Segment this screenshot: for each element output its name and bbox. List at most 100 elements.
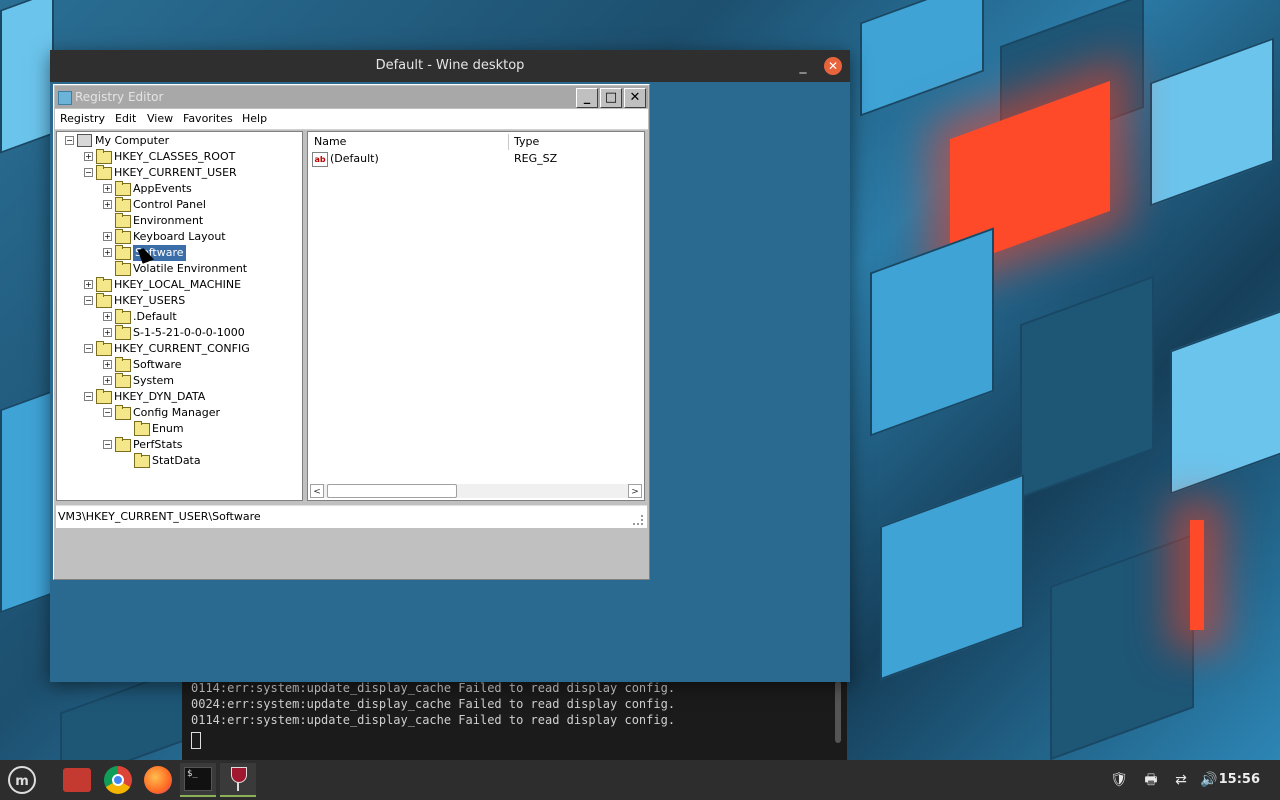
resize-grip[interactable]	[633, 515, 643, 525]
start-menu-button[interactable]: m	[4, 763, 40, 797]
tree-node[interactable]: + Control Panel	[57, 197, 300, 213]
tree-node[interactable]: + S-1-5-21-0-0-0-1000	[57, 325, 300, 341]
menu-help[interactable]: Help	[242, 109, 267, 129]
folder-icon	[115, 229, 131, 244]
firefox-icon	[144, 766, 172, 794]
scroll-left-button[interactable]: <	[310, 484, 324, 498]
column-header-name[interactable]: Name	[314, 132, 347, 152]
horizontal-scrollbar[interactable]: < >	[310, 484, 642, 498]
wine-minimize-button[interactable]: _	[794, 57, 812, 75]
tree-node[interactable]: + AppEvents	[57, 181, 300, 197]
tree-node[interactable]: + HKEY_CLASSES_ROOT	[57, 149, 300, 165]
menu-favorites[interactable]: Favorites	[183, 109, 233, 129]
wallpaper-shape	[1020, 275, 1154, 499]
tree-node[interactable]: Environment	[57, 213, 300, 229]
tree-node[interactable]: + Software	[57, 357, 300, 373]
wallpaper-shape	[1050, 533, 1194, 760]
folder-icon	[96, 293, 112, 308]
shield-icon[interactable]: 🛡	[1106, 760, 1132, 800]
expand-icon[interactable]: +	[103, 248, 112, 257]
printer-icon[interactable]: 🖶	[1138, 760, 1164, 800]
expand-icon[interactable]: +	[84, 152, 93, 161]
tree-node[interactable]: + HKEY_LOCAL_MACHINE	[57, 277, 300, 293]
expand-icon[interactable]: +	[103, 200, 112, 209]
registry-values-list[interactable]: Name Type ab (Default) REG_SZ < >	[307, 131, 645, 501]
tree-node[interactable]: + Keyboard Layout	[57, 229, 300, 245]
tree-node[interactable]: StatData	[57, 453, 300, 469]
menu-registry[interactable]: Registry	[60, 109, 105, 129]
tree-node-label: S-1-5-21-0-0-0-1000	[133, 326, 245, 339]
expand-icon[interactable]: +	[103, 328, 112, 337]
column-divider[interactable]	[508, 134, 509, 150]
wine-titlebar[interactable]: Default - Wine desktop _ ✕	[50, 50, 850, 82]
clock[interactable]: 15:56	[1219, 760, 1260, 800]
registry-icon	[58, 91, 72, 105]
registry-editor-window[interactable]: Registry Editor _ □ ✕ Registry Edit View…	[53, 84, 650, 580]
computer-icon	[77, 134, 92, 147]
tree-node[interactable]: − HKEY_DYN_DATA	[57, 389, 300, 405]
tree-node-label: PerfStats	[133, 438, 183, 451]
collapse-icon[interactable]: −	[84, 168, 93, 177]
status-path: VM3\HKEY_CURRENT_USER\Software	[58, 510, 261, 523]
wallpaper-shape	[0, 0, 54, 154]
tree-node[interactable]: − Config Manager	[57, 405, 300, 421]
collapse-icon[interactable]: −	[84, 392, 93, 401]
menu-view[interactable]: View	[147, 109, 173, 129]
tree-node[interactable]: − PerfStats	[57, 437, 300, 453]
taskbar: m $_ 🛡 🖶 ⇄ 🔊 15:56	[0, 760, 1280, 800]
expand-icon[interactable]: +	[103, 360, 112, 369]
regedit-close-button[interactable]: ✕	[624, 88, 646, 108]
tree-node[interactable]: + Software	[57, 245, 300, 261]
regedit-minimize-button[interactable]: _	[576, 88, 598, 108]
scroll-right-button[interactable]: >	[628, 484, 642, 498]
registry-value-row[interactable]: ab (Default) REG_SZ	[312, 151, 642, 167]
terminal-task-button[interactable]: $_	[180, 763, 216, 797]
collapse-icon[interactable]: −	[103, 440, 112, 449]
expand-icon[interactable]: +	[84, 280, 93, 289]
collapse-icon[interactable]: −	[84, 296, 93, 305]
tree-node[interactable]: − HKEY_CURRENT_CONFIG	[57, 341, 300, 357]
terminal-line: 0024:err:system:update_display_cache Fai…	[191, 697, 676, 711]
tree-node[interactable]: Volatile Environment	[57, 261, 300, 277]
folder-icon	[134, 453, 150, 468]
wine-desktop-window[interactable]: Default - Wine desktop _ ✕ Registry Edit…	[50, 50, 850, 682]
wallpaper-shape	[870, 227, 994, 437]
firefox-launcher[interactable]	[140, 763, 176, 797]
collapse-icon[interactable]: −	[84, 344, 93, 353]
regedit-maximize-button[interactable]: □	[600, 88, 622, 108]
wallpaper-glow	[1190, 520, 1204, 630]
expand-icon[interactable]: +	[103, 232, 112, 241]
wine-glass-icon	[228, 765, 248, 793]
tree-node-label: .Default	[133, 310, 177, 323]
tree-node[interactable]: + System	[57, 373, 300, 389]
folder-icon	[115, 357, 131, 372]
files-launcher[interactable]	[59, 763, 95, 797]
tree-node[interactable]: − HKEY_USERS	[57, 293, 300, 309]
wine-task-button[interactable]	[220, 763, 256, 797]
wallpaper-shape	[1170, 309, 1280, 495]
collapse-icon[interactable]: −	[65, 136, 74, 145]
regedit-menubar: Registry Edit View Favorites Help	[55, 109, 648, 130]
chrome-launcher[interactable]	[100, 763, 136, 797]
expand-icon[interactable]: +	[103, 312, 112, 321]
expand-icon[interactable]: +	[103, 376, 112, 385]
column-header-type[interactable]: Type	[514, 132, 540, 152]
tree-node-label: My Computer	[95, 134, 170, 147]
tree-node-label: StatData	[152, 454, 201, 467]
registry-tree[interactable]: − My Computer + HKEY_CLASSES_ROOT − HKEY_CURR…	[56, 131, 303, 501]
menu-edit[interactable]: Edit	[115, 109, 136, 129]
expand-icon[interactable]: +	[103, 184, 112, 193]
scrollbar-thumb[interactable]	[327, 484, 457, 498]
tree-node[interactable]: − My Computer	[57, 133, 300, 149]
wine-close-button[interactable]: ✕	[824, 57, 842, 75]
network-icon[interactable]: ⇄	[1168, 760, 1194, 800]
terminal-window[interactable]: 0114:err:system:update_display_cache Fai…	[182, 676, 847, 761]
tree-node-label: Keyboard Layout	[133, 230, 226, 243]
tree-node[interactable]: Enum	[57, 421, 300, 437]
tree-node[interactable]: + .Default	[57, 309, 300, 325]
string-value-icon: ab	[312, 152, 328, 167]
collapse-icon[interactable]: −	[103, 408, 112, 417]
regedit-titlebar[interactable]: Registry Editor _ □ ✕	[55, 86, 648, 108]
tree-node[interactable]: − HKEY_CURRENT_USER	[57, 165, 300, 181]
terminal-scrollbar[interactable]	[835, 681, 841, 743]
